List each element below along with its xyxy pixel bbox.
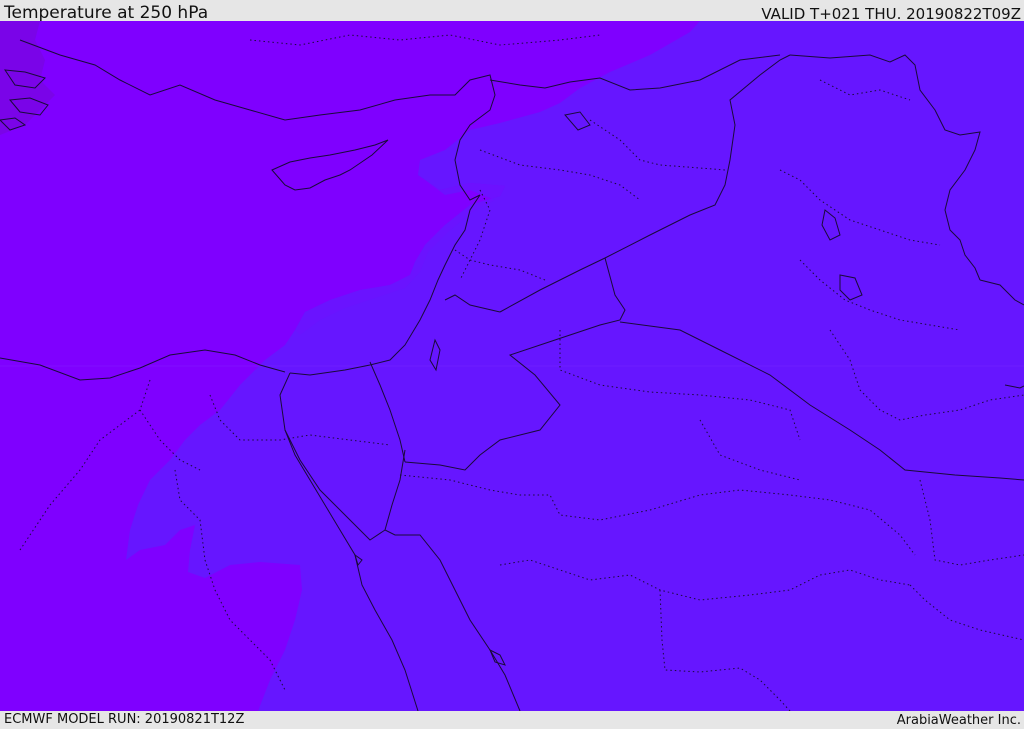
- model-run-label: ECMWF MODEL RUN: 20190821T12Z: [4, 712, 245, 727]
- footer-bar: ECMWF MODEL RUN: 20190821T12Z ArabiaWeat…: [0, 711, 1024, 729]
- weather-map[interactable]: [0, 21, 1024, 711]
- header-bar: Temperature at 250 hPa VALID T+021 THU. …: [0, 0, 1024, 23]
- map-title: Temperature at 250 hPa: [4, 3, 209, 23]
- credit-label: ArabiaWeather Inc.: [896, 713, 1021, 728]
- map-frame: Temperature at 250 hPa VALID T+021 THU. …: [0, 0, 1024, 729]
- temperature-map-svg: [0, 21, 1024, 711]
